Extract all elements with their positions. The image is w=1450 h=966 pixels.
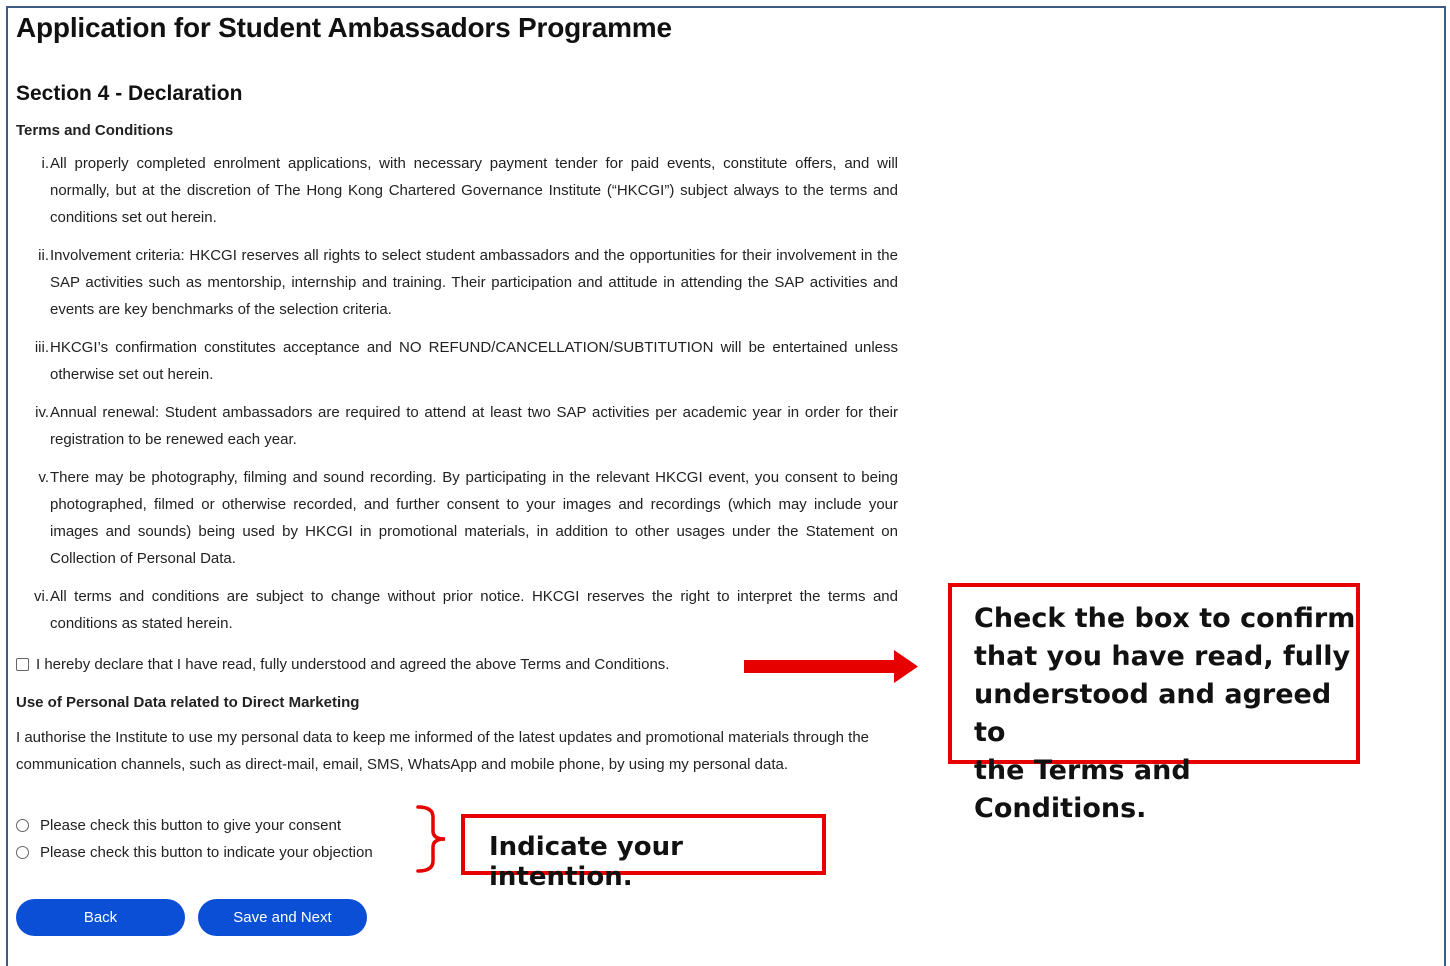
consent-radio[interactable] [16, 819, 29, 832]
checkbox-instruction-callout: Check the box to confirm that you have r… [948, 583, 1360, 824]
brace-icon [416, 805, 446, 873]
term-text: There may be photography, filming and so… [50, 469, 898, 567]
term-item: i. All properly completed enrolment appl… [16, 150, 899, 231]
term-number: i. [41, 155, 50, 172]
back-button[interactable]: Back [16, 899, 185, 936]
term-item: iv. Annual renewal: Student ambassadors … [16, 399, 898, 453]
callout-line: understood and agreed to [974, 679, 1332, 748]
term-text: All properly completed enrolment applica… [50, 155, 898, 226]
marketing-heading: Use of Personal Data related to Direct M… [16, 694, 360, 711]
term-number: vi. [34, 588, 49, 605]
consent-option[interactable]: Please check this button to give your co… [16, 817, 341, 834]
objection-label: Please check this button to indicate you… [40, 844, 373, 861]
declaration-row[interactable]: I hereby declare that I have read, fully… [16, 656, 669, 673]
term-item: vi. All terms and conditions are subject… [16, 583, 898, 637]
section-title: Section 4 - Declaration [16, 82, 243, 105]
term-number: v. [38, 469, 49, 486]
objection-radio[interactable] [16, 846, 29, 859]
callout-line: the Terms and Conditions. [974, 755, 1191, 824]
declaration-checkbox[interactable] [16, 658, 29, 671]
term-item: ii. Involvement criteria: HKCGI reserves… [16, 242, 898, 323]
terms-heading: Terms and Conditions [16, 122, 174, 139]
callout-line: Indicate your intention. [489, 832, 683, 892]
term-number: iii. [34, 339, 49, 356]
callout-line: Check the box to confirm [974, 603, 1356, 634]
term-item: v. There may be photography, filming and… [16, 464, 898, 572]
consent-label: Please check this button to give your co… [40, 817, 342, 834]
term-number: iv. [35, 404, 49, 421]
term-number: ii. [38, 247, 49, 264]
term-text: Involvement criteria: HKCGI reserves all… [50, 247, 898, 318]
term-text: HKCGI’s confirmation constitutes accepta… [50, 339, 898, 383]
terms-list: i. All properly completed enrolment appl… [16, 150, 898, 648]
declaration-label: I hereby declare that I have read, fully… [36, 656, 670, 673]
page-title: Application for Student Ambassadors Prog… [16, 12, 672, 43]
term-text: All terms and conditions are subject to … [50, 588, 898, 632]
radio-instruction-callout: Indicate your intention. [461, 814, 826, 892]
objection-option[interactable]: Please check this button to indicate you… [16, 844, 373, 861]
term-text: Annual renewal: Student ambassadors are … [50, 404, 898, 448]
marketing-text: I authorise the Institute to use my pers… [16, 729, 870, 773]
save-and-next-button[interactable]: Save and Next [198, 899, 367, 936]
callout-line: that you have read, fully [974, 641, 1351, 672]
term-item: iii. HKCGI’s confirmation constitutes ac… [16, 334, 898, 388]
arrow-right-icon [744, 650, 918, 683]
